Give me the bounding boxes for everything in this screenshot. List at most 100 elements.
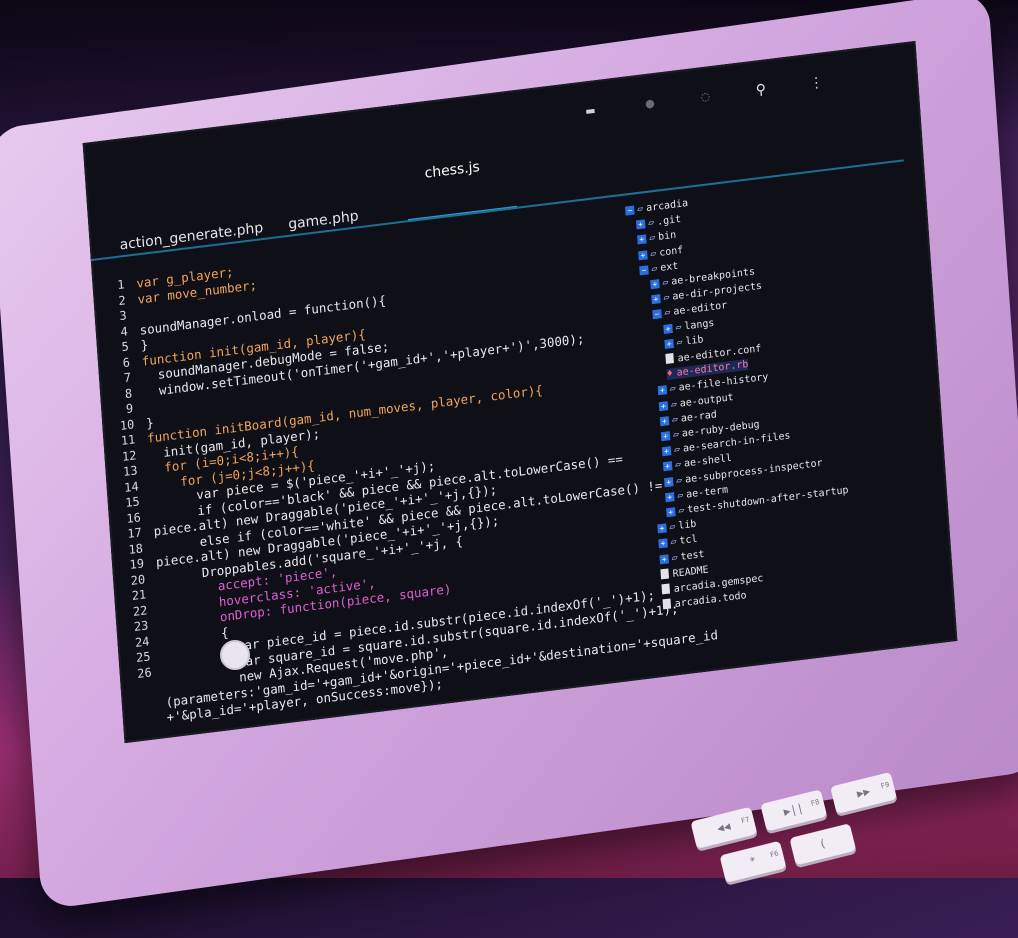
line-number: 19 <box>129 556 145 572</box>
line-number <box>131 696 153 699</box>
folder-icon: ▱ <box>669 383 677 396</box>
key-glyph: ▶|| <box>782 801 805 819</box>
expand-icon[interactable]: + <box>638 249 648 261</box>
file-icon <box>660 568 670 580</box>
tree-item[interactable]: + ▱ langs <box>663 317 715 334</box>
tree-item-label: tcl <box>679 534 698 548</box>
code-line: } <box>140 336 149 353</box>
expand-icon[interactable]: + <box>651 294 661 305</box>
file-icon <box>665 353 674 364</box>
folder-icon: ▱ <box>677 505 685 517</box>
collapse-icon[interactable]: − <box>625 205 635 216</box>
refresh-icon[interactable]: ◌ <box>695 86 716 108</box>
tree-item-label: conf <box>658 244 684 259</box>
line-number: 24 <box>134 633 150 650</box>
tree-item[interactable]: + ▱ tcl <box>658 534 698 550</box>
expand-icon[interactable]: + <box>665 491 675 502</box>
line-number: 4 <box>120 323 129 339</box>
tree-item[interactable]: − ▱ ext <box>639 260 679 276</box>
tree-item[interactable]: + ▱ conf <box>638 245 684 261</box>
line-number: 13 <box>122 463 138 479</box>
folder-icon: ▱ <box>676 336 683 349</box>
code-line: } <box>145 414 155 431</box>
tree-item-label: ae-rad <box>680 409 718 425</box>
line-number: 2 <box>117 292 127 308</box>
tree-item[interactable]: + ▱ bin <box>637 230 677 246</box>
expand-icon[interactable]: + <box>637 234 647 245</box>
line-number: 20 <box>130 571 146 588</box>
tree-item-label: ae-output <box>679 391 734 410</box>
tree-item[interactable]: + ▱ lib <box>657 519 697 535</box>
expand-icon[interactable]: + <box>663 476 674 487</box>
tree-item-label: test <box>680 548 705 563</box>
expand-icon[interactable]: + <box>657 385 668 396</box>
tree-item-label: langs <box>684 317 715 333</box>
tree-item-label: lib <box>685 334 704 348</box>
expand-icon[interactable]: + <box>658 400 669 411</box>
keyboard-icon[interactable]: ▬ <box>580 100 601 122</box>
key-glyph: ◀◀ <box>715 819 732 836</box>
tree-item[interactable]: + ▱ .git <box>636 214 681 230</box>
folder-icon: ▱ <box>675 474 683 487</box>
circle-icon[interactable]: ● <box>639 93 660 115</box>
file-tree: − ▱ arcadia + ▱ .git + ▱ bin + ▱ conf − ▱ ext + ▱ ae-brea… <box>625 169 955 666</box>
folder-icon: ▱ <box>675 321 682 334</box>
folder-icon: ▱ <box>647 217 655 230</box>
line-number: 1 <box>116 277 125 293</box>
line-number: 16 <box>125 509 142 526</box>
key-glyph: ▶▶ <box>855 784 872 801</box>
search-icon[interactable]: ⚲ <box>750 79 771 101</box>
line-number: 22 <box>132 602 148 619</box>
line-number: 6 <box>122 354 131 370</box>
line-number: 23 <box>133 618 149 634</box>
tree-item-label: lib <box>678 518 697 533</box>
folder-icon: ▱ <box>662 277 669 289</box>
tree-item-label: ae-editor <box>673 300 728 319</box>
file-icon <box>661 583 671 595</box>
folder-icon: ▱ <box>663 292 670 304</box>
expand-icon[interactable]: + <box>659 553 669 565</box>
folder-icon: ▱ <box>671 413 679 426</box>
expand-icon[interactable]: + <box>636 219 646 230</box>
line-number: 5 <box>121 339 130 355</box>
code-editor[interactable]: 1 var g_player; 2 var move_number; 3 4 soundMa… <box>102 212 719 740</box>
expand-icon[interactable]: + <box>660 431 671 442</box>
key-glyph: * <box>748 854 758 869</box>
line-number: 17 <box>126 525 143 541</box>
line-number: 26 <box>136 664 153 681</box>
file-icon <box>662 598 672 610</box>
folder-icon: ▱ <box>673 444 681 456</box>
expand-icon[interactable]: + <box>662 461 673 472</box>
code-line: function initBoard(gam_id, num_moves, pl… <box>146 382 544 446</box>
overflow-menu-icon[interactable]: ⋮ <box>806 72 827 94</box>
expand-icon[interactable]: + <box>657 523 667 534</box>
expand-icon[interactable]: + <box>659 415 670 426</box>
expand-icon[interactable]: + <box>666 507 676 518</box>
key-function-label: F9 <box>880 780 891 791</box>
ruby-file-icon: ♦ <box>666 368 674 381</box>
expand-icon[interactable]: + <box>650 279 660 290</box>
keyboard-key[interactable]: ( <box>789 823 857 866</box>
folder-icon: ▱ <box>648 232 656 245</box>
tree-item[interactable]: + ▱ lib <box>664 334 704 350</box>
tab-chess[interactable]: chess.js <box>424 159 482 216</box>
tree-item-label: ext <box>659 260 679 274</box>
folder-icon: ▱ <box>676 489 684 502</box>
folder-icon: ▱ <box>672 429 680 441</box>
folder-icon: ▱ <box>674 459 682 472</box>
tree-item-label: README <box>672 564 709 580</box>
expand-icon[interactable]: + <box>664 338 674 349</box>
expand-icon[interactable]: + <box>663 323 673 334</box>
tree-item[interactable]: + ▱ test <box>659 549 705 565</box>
line-number <box>133 711 155 714</box>
expand-icon[interactable]: + <box>661 446 672 457</box>
editor-screen: ▬ ● ◌ ⚲ ⋮ action_generate.php game.php c… <box>82 40 958 744</box>
keyboard-key[interactable]: * F6 <box>719 840 787 883</box>
line-number: 15 <box>124 494 141 510</box>
home-button[interactable] <box>220 640 250 670</box>
tree-item-label: ae-shell <box>683 453 733 471</box>
expand-icon[interactable]: + <box>658 538 668 549</box>
collapse-icon[interactable]: − <box>639 265 649 276</box>
folder-icon: ▱ <box>636 203 644 216</box>
collapse-icon[interactable]: − <box>652 309 662 320</box>
